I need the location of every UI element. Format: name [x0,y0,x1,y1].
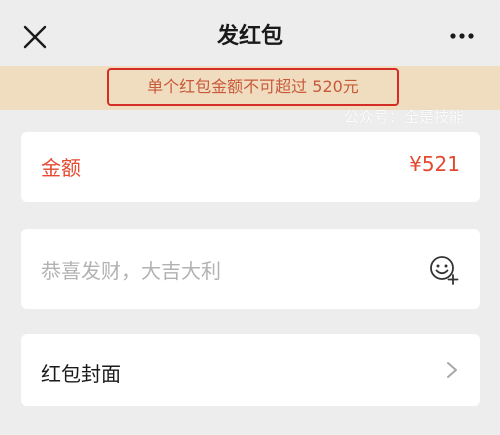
chevron-right-icon [447,362,457,378]
message-input-placeholder[interactable]: 恭喜发财，大吉大利 [41,255,221,284]
top-bar: 发红包 [0,0,500,70]
message-card[interactable]: 恭喜发财，大吉大利 [21,229,480,309]
emoji-button[interactable] [429,255,459,285]
emoji-add-icon [430,256,459,285]
watermark-text: 公众号：全是技能 [344,108,465,126]
more-icon [450,33,474,39]
more-button[interactable] [447,24,477,48]
cover-label: 红包封面 [41,362,121,386]
amount-card[interactable]: 金额 ¥521 [21,132,480,202]
amount-label: 金额 [41,156,81,180]
amount-value[interactable]: ¥521 [409,152,460,176]
alert-message: 单个红包金额不可超过 520元 [107,68,399,106]
red-packet-cover-row[interactable]: 红包封面 [21,334,480,406]
page-title: 发红包 [216,24,283,49]
